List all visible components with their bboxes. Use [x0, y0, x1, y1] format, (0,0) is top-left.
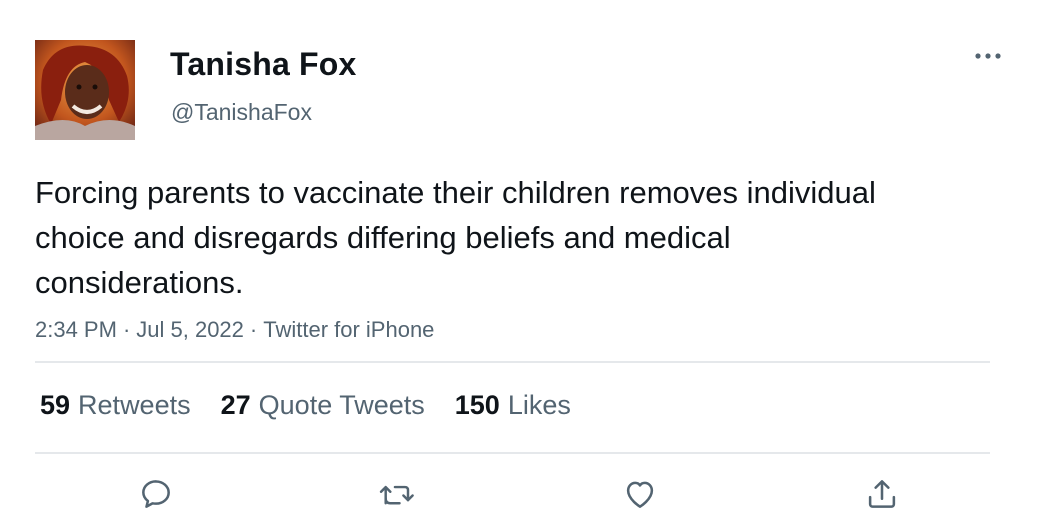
reply-button[interactable] — [136, 474, 176, 514]
share-icon — [868, 480, 896, 508]
retweets-stat[interactable]: 59 Retweets — [40, 388, 191, 422]
more-options-button[interactable] — [970, 42, 1006, 70]
likes-count: 150 — [454, 390, 500, 420]
divider — [35, 452, 990, 454]
more-icon — [975, 53, 1001, 59]
retweets-label: Retweets — [78, 390, 191, 420]
like-button[interactable] — [620, 474, 660, 514]
quote-tweets-stat[interactable]: 27 Quote Tweets — [221, 388, 425, 422]
separator: · — [122, 317, 131, 342]
quote-tweets-count: 27 — [220, 390, 251, 420]
divider — [35, 361, 990, 363]
retweet-button[interactable] — [378, 474, 418, 514]
likes-label: Likes — [507, 390, 571, 420]
tweet-metadata: 2:34 PM · Jul 5, 2022 · Twitter for iPhone — [35, 316, 434, 344]
tweet-text: Forcing parents to vaccinate their child… — [35, 175, 876, 300]
quote-tweets-label: Quote Tweets — [258, 390, 425, 420]
author-name[interactable]: Tanisha Fox — [170, 44, 357, 84]
tweet-stats: 59 Retweets 27 Quote Tweets 150 Likes — [40, 388, 601, 422]
tweet-source[interactable]: Twitter for iPhone — [263, 317, 434, 342]
author-handle[interactable]: @TanishaFox — [171, 97, 312, 127]
retweet-icon — [379, 485, 414, 505]
heart-icon — [626, 481, 654, 508]
profile-photo — [35, 40, 135, 140]
avatar[interactable] — [35, 40, 135, 140]
likes-stat[interactable]: 150 Likes — [455, 388, 571, 422]
reply-icon — [142, 480, 170, 508]
share-button[interactable] — [862, 474, 902, 514]
retweets-count: 59 — [40, 390, 71, 420]
separator: · — [249, 317, 258, 342]
tweet-time[interactable]: 2:34 PM — [35, 317, 117, 342]
tweet-date[interactable]: Jul 5, 2022 — [136, 317, 244, 342]
